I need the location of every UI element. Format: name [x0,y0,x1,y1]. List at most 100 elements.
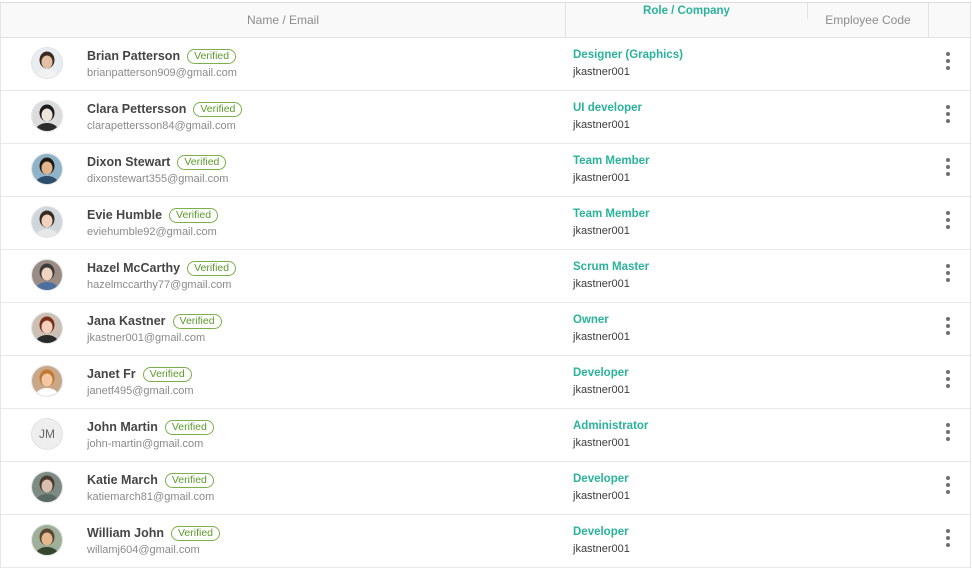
table-row[interactable]: Katie March Verified katiemarch81@gmail.co… [1,462,970,515]
column-header-actions [929,3,970,37]
user-role[interactable]: Team Member [573,153,649,169]
kebab-dot [946,331,950,335]
more-options-icon[interactable] [940,529,956,547]
name-email-cell: Evie Humble Verified eviehumble92@gmail.co… [87,206,219,238]
verified-badge: Verified [170,525,221,541]
kebab-dot [946,377,950,381]
avatar [32,207,62,237]
user-role[interactable]: Administrator [573,418,648,434]
kebab-dot [946,112,950,116]
column-header-role-company[interactable]: Role / Company [566,3,808,19]
user-name[interactable]: Clara Pettersson [87,102,186,116]
kebab-dot [946,430,950,434]
kebab-dot [946,370,950,374]
user-company: jkastner001 [573,490,630,502]
role-company-cell: Developer jkastner001 [573,365,630,396]
user-name[interactable]: Dixon Stewart [87,155,170,169]
kebab-dot [946,543,950,547]
user-company: jkastner001 [573,331,630,343]
more-options-icon[interactable] [940,105,956,123]
user-company: jkastner001 [573,437,630,449]
verified-badge: Verified [169,207,219,223]
name-email-cell: Jana Kastner Verified jkastner001@gmail.co… [87,312,222,344]
user-role[interactable]: Developer [573,365,630,381]
role-company-cell: Developer jkastner001 [573,524,630,555]
more-options-icon[interactable] [940,370,956,388]
kebab-dot [946,172,950,176]
table-row[interactable]: William John Verified willamj604@gmail.com… [1,515,970,568]
table-row[interactable]: Brian Patterson Verified brianpatterson909… [1,38,970,91]
kebab-dot [946,476,950,480]
kebab-dot [946,105,950,109]
column-header-employee-code[interactable]: Employee Code [808,3,929,37]
verified-badge: Verified [164,472,214,488]
user-role[interactable]: Scrum Master [573,259,649,275]
user-name[interactable]: Brian Patterson [87,49,180,63]
role-company-cell: Administrator jkastner001 [573,418,648,449]
user-name[interactable]: Evie Humble [87,208,162,222]
user-role[interactable]: Owner [573,312,630,328]
name-email-cell: Janet Fr Verified janetf495@gmail.com [87,365,194,397]
table-row[interactable]: Clara Pettersson Verified clarapettersson8… [1,91,970,144]
kebab-dot [946,317,950,321]
table-header: Name / Email Role / Company Employee Cod… [1,2,970,38]
name-email-cell: Clara Pettersson Verified clarapettersson8… [87,100,243,132]
kebab-dot [946,165,950,169]
verified-badge: Verified [187,48,237,64]
table-row[interactable]: Janet Fr Verified janetf495@gmail.com Devel… [1,356,970,409]
kebab-dot [946,211,950,215]
user-email: eviehumble92@gmail.com [87,226,217,238]
kebab-dot [946,225,950,229]
user-role[interactable]: Designer (Graphics) [573,47,683,63]
table-row[interactable]: Jana Kastner Verified jkastner001@gmail.co… [1,303,970,356]
avatar [32,154,62,184]
user-email: janetf495@gmail.com [87,385,194,397]
role-company-cell: Owner jkastner001 [573,312,630,343]
more-options-icon[interactable] [940,317,956,335]
user-name[interactable]: Jana Kastner [87,314,166,328]
user-role[interactable]: Team Member [573,206,649,222]
table-row[interactable]: Hazel McCarthy Verified hazelmccarthy77@gm… [1,250,970,303]
more-options-icon[interactable] [940,423,956,441]
more-options-icon[interactable] [940,476,956,494]
user-company: jkastner001 [573,66,630,78]
table-row[interactable]: JM John Martin Verified john-martin@gmail.c… [1,409,970,462]
user-role[interactable]: Developer [573,524,630,540]
column-header-name-email[interactable]: Name / Email [1,3,566,37]
table-row[interactable]: Dixon Stewart Verified dixonstewart355@gma… [1,144,970,197]
kebab-dot [946,384,950,388]
kebab-dot [946,59,950,63]
user-name[interactable]: Katie March [87,473,158,487]
user-role[interactable]: UI developer [573,100,642,116]
avatar [32,525,62,555]
kebab-dot [946,437,950,441]
user-name[interactable]: John Martin [87,420,158,434]
more-options-icon[interactable] [940,52,956,70]
user-company: jkastner001 [573,543,630,555]
user-email: jkastner001@gmail.com [87,332,206,344]
user-company: jkastner001 [573,119,630,131]
user-name[interactable]: William John [87,526,164,540]
kebab-dot [946,119,950,123]
more-options-icon[interactable] [940,158,956,176]
kebab-dot [946,483,950,487]
table-body: Brian Patterson Verified brianpatterson909… [1,38,970,568]
verified-badge: Verified [164,419,214,435]
role-company-cell: UI developer jkastner001 [573,100,642,131]
kebab-dot [946,271,950,275]
table-row[interactable]: Evie Humble Verified eviehumble92@gmail.co… [1,197,970,250]
user-email: john-martin@gmail.com [87,438,204,450]
name-email-cell: William John Verified willamj604@gmail.com [87,524,221,556]
more-options-icon[interactable] [940,211,956,229]
user-company: jkastner001 [573,172,630,184]
user-email: hazelmccarthy77@gmail.com [87,279,232,291]
user-name[interactable]: Janet Fr [87,367,136,381]
user-email: dixonstewart355@gmail.com [87,173,229,185]
more-options-icon[interactable] [940,264,956,282]
avatar [32,472,62,502]
kebab-dot [946,52,950,56]
avatar [32,260,62,290]
avatar [32,48,62,78]
user-role[interactable]: Developer [573,471,630,487]
user-name[interactable]: Hazel McCarthy [87,261,180,275]
